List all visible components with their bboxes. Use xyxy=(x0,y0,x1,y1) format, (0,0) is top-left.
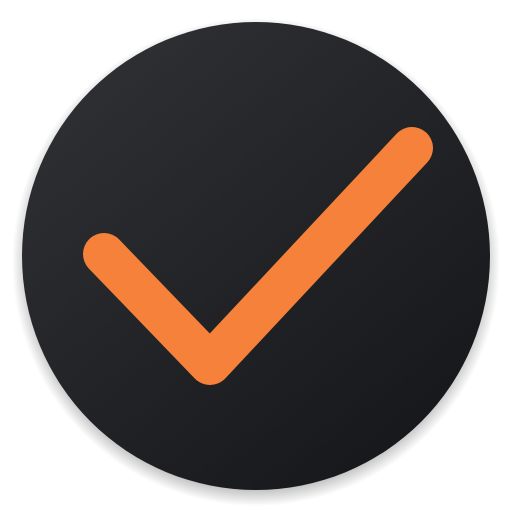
app-icon-container xyxy=(0,0,512,512)
checkmark-icon xyxy=(12,18,500,506)
